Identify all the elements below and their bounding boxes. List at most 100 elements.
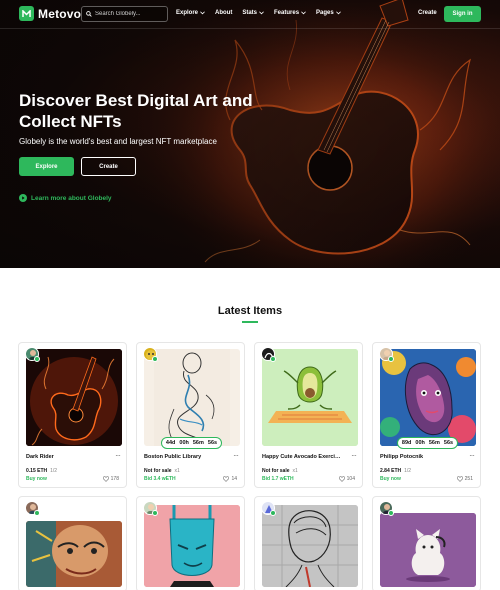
section-title: Latest Items: [217, 305, 283, 317]
chevron-down-icon: [200, 11, 205, 15]
countdown-hours: 00h: [179, 440, 189, 446]
item-quantity: 1/2: [404, 468, 412, 474]
item-quantity: 1/2: [50, 468, 58, 474]
buy-now-link[interactable]: Buy now: [380, 476, 401, 482]
price-value: Not for sale: [144, 468, 172, 474]
countdown-seconds: 56s: [443, 440, 454, 446]
hero-overlay: [0, 0, 500, 268]
logo-text: Metovo: [38, 6, 82, 21]
verified-badge-icon: [34, 356, 40, 362]
more-options-icon[interactable]: ···: [469, 451, 475, 460]
item-name[interactable]: Philipp Potocnik: [380, 454, 460, 460]
countdown-minutes: 56m: [192, 440, 204, 446]
verified-badge-icon: [388, 510, 394, 516]
explore-button[interactable]: Explore: [19, 157, 74, 176]
item-price: 2.84 ETH 1/2: [380, 468, 411, 474]
hero-subtitle: Globely is the world's best and largest …: [19, 137, 217, 146]
item-image[interactable]: [262, 349, 358, 446]
item-image[interactable]: [26, 521, 122, 587]
item-price: Not for sale x1: [262, 468, 298, 474]
item-quantity: x1: [174, 468, 180, 474]
item-image[interactable]: [144, 349, 240, 446]
play-circle-icon: [19, 194, 27, 202]
search-box[interactable]: [81, 6, 168, 22]
like-count: 178: [110, 476, 119, 482]
heart-icon: [338, 476, 345, 482]
item-card[interactable]: Dark Rider ··· 0.15 ETH 1/2 Buy now 178: [18, 342, 127, 488]
item-name[interactable]: Happy Cute Avocado Exercising: [262, 454, 342, 460]
verified-badge-icon: [270, 356, 276, 362]
menu-item-label: Pages: [316, 10, 334, 16]
menu-item-label: Stats: [242, 10, 258, 16]
countdown-days: 44d: [165, 440, 176, 446]
main-menu: Explore About Stats Features Pages: [176, 10, 341, 16]
verified-badge-icon: [270, 510, 276, 516]
search-input[interactable]: [95, 11, 161, 17]
price-value: 0.15 ETH: [26, 468, 48, 474]
countdown-minutes: 56m: [428, 440, 440, 446]
countdown-seconds: 56s: [207, 440, 218, 446]
more-options-icon[interactable]: ···: [233, 451, 239, 460]
item-image[interactable]: [380, 349, 476, 446]
auction-countdown: 89d 00h 56m 56s: [397, 437, 458, 449]
heart-icon: [223, 476, 230, 482]
item-card[interactable]: Happy Cute Avocado Exercising ··· Not fo…: [254, 342, 363, 488]
auction-countdown: 44d 00h 56m 56s: [161, 437, 222, 449]
logo[interactable]: Metovo: [19, 6, 81, 21]
chevron-down-icon: [301, 11, 306, 15]
bid-link[interactable]: Bid 3.4 wETH: [144, 476, 176, 482]
item-image[interactable]: [262, 505, 358, 587]
countdown-days: 89d: [401, 440, 412, 446]
learn-more-label: Learn more about Globely: [31, 194, 112, 202]
menu-item-features[interactable]: Features: [274, 10, 306, 16]
like-button[interactable]: 178: [102, 476, 119, 482]
chevron-down-icon: [259, 11, 264, 15]
menu-item-label: Features: [274, 10, 300, 16]
verified-badge-icon: [34, 510, 40, 516]
more-options-icon[interactable]: ···: [115, 451, 121, 460]
item-name[interactable]: Dark Rider: [26, 454, 106, 460]
menu-item-explore[interactable]: Explore: [176, 10, 205, 16]
verified-badge-icon: [152, 510, 158, 516]
item-card[interactable]: [136, 496, 245, 590]
price-value: Not for sale: [262, 468, 290, 474]
item-card[interactable]: 44d 00h 56m 56s Boston Public Library ··…: [136, 342, 245, 488]
like-count: 104: [346, 476, 355, 482]
item-name[interactable]: Boston Public Library: [144, 454, 224, 460]
more-options-icon[interactable]: ···: [351, 451, 357, 460]
item-image[interactable]: [26, 349, 122, 446]
heart-icon: [456, 476, 463, 482]
buy-now-link[interactable]: Buy now: [26, 476, 47, 482]
learn-more-link[interactable]: Learn more about Globely: [19, 194, 112, 202]
create-button[interactable]: Create: [81, 157, 136, 176]
chevron-down-icon: [335, 11, 341, 15]
sign-in-button[interactable]: Sign in: [444, 6, 481, 22]
item-card[interactable]: [18, 496, 127, 590]
top-navbar: Metovo Explore About Stats Features: [0, 0, 500, 29]
like-button[interactable]: 104: [338, 476, 355, 482]
search-icon: [86, 11, 92, 17]
countdown-hours: 00h: [415, 440, 425, 446]
menu-item-stats[interactable]: Stats: [242, 10, 264, 16]
bid-link[interactable]: Bid 1.7 wETH: [262, 476, 294, 482]
item-card[interactable]: [372, 496, 481, 590]
menu-item-about[interactable]: About: [215, 10, 232, 16]
nav-create-link[interactable]: Create: [418, 10, 437, 16]
price-value: 2.84 ETH: [380, 468, 402, 474]
verified-badge-icon: [152, 356, 158, 362]
item-card[interactable]: 89d 00h 56m 56s Philipp Potocnik ··· 2.8…: [372, 342, 481, 488]
like-button[interactable]: 14: [223, 476, 237, 482]
item-image[interactable]: [144, 505, 240, 587]
logo-icon: [19, 6, 34, 21]
menu-item-label: About: [215, 10, 233, 16]
hero-title: Discover Best Digital Art and Collect NF…: [19, 91, 253, 131]
menu-item-pages[interactable]: Pages: [316, 10, 341, 16]
item-quantity: x1: [292, 468, 298, 474]
like-button[interactable]: 251: [456, 476, 473, 482]
like-count: 251: [464, 476, 473, 482]
heart-icon: [102, 476, 109, 482]
item-image[interactable]: [380, 513, 476, 587]
hero-banner: Metovo Explore About Stats Features: [0, 0, 500, 268]
item-card[interactable]: [254, 496, 363, 590]
verified-badge-icon: [388, 356, 394, 362]
